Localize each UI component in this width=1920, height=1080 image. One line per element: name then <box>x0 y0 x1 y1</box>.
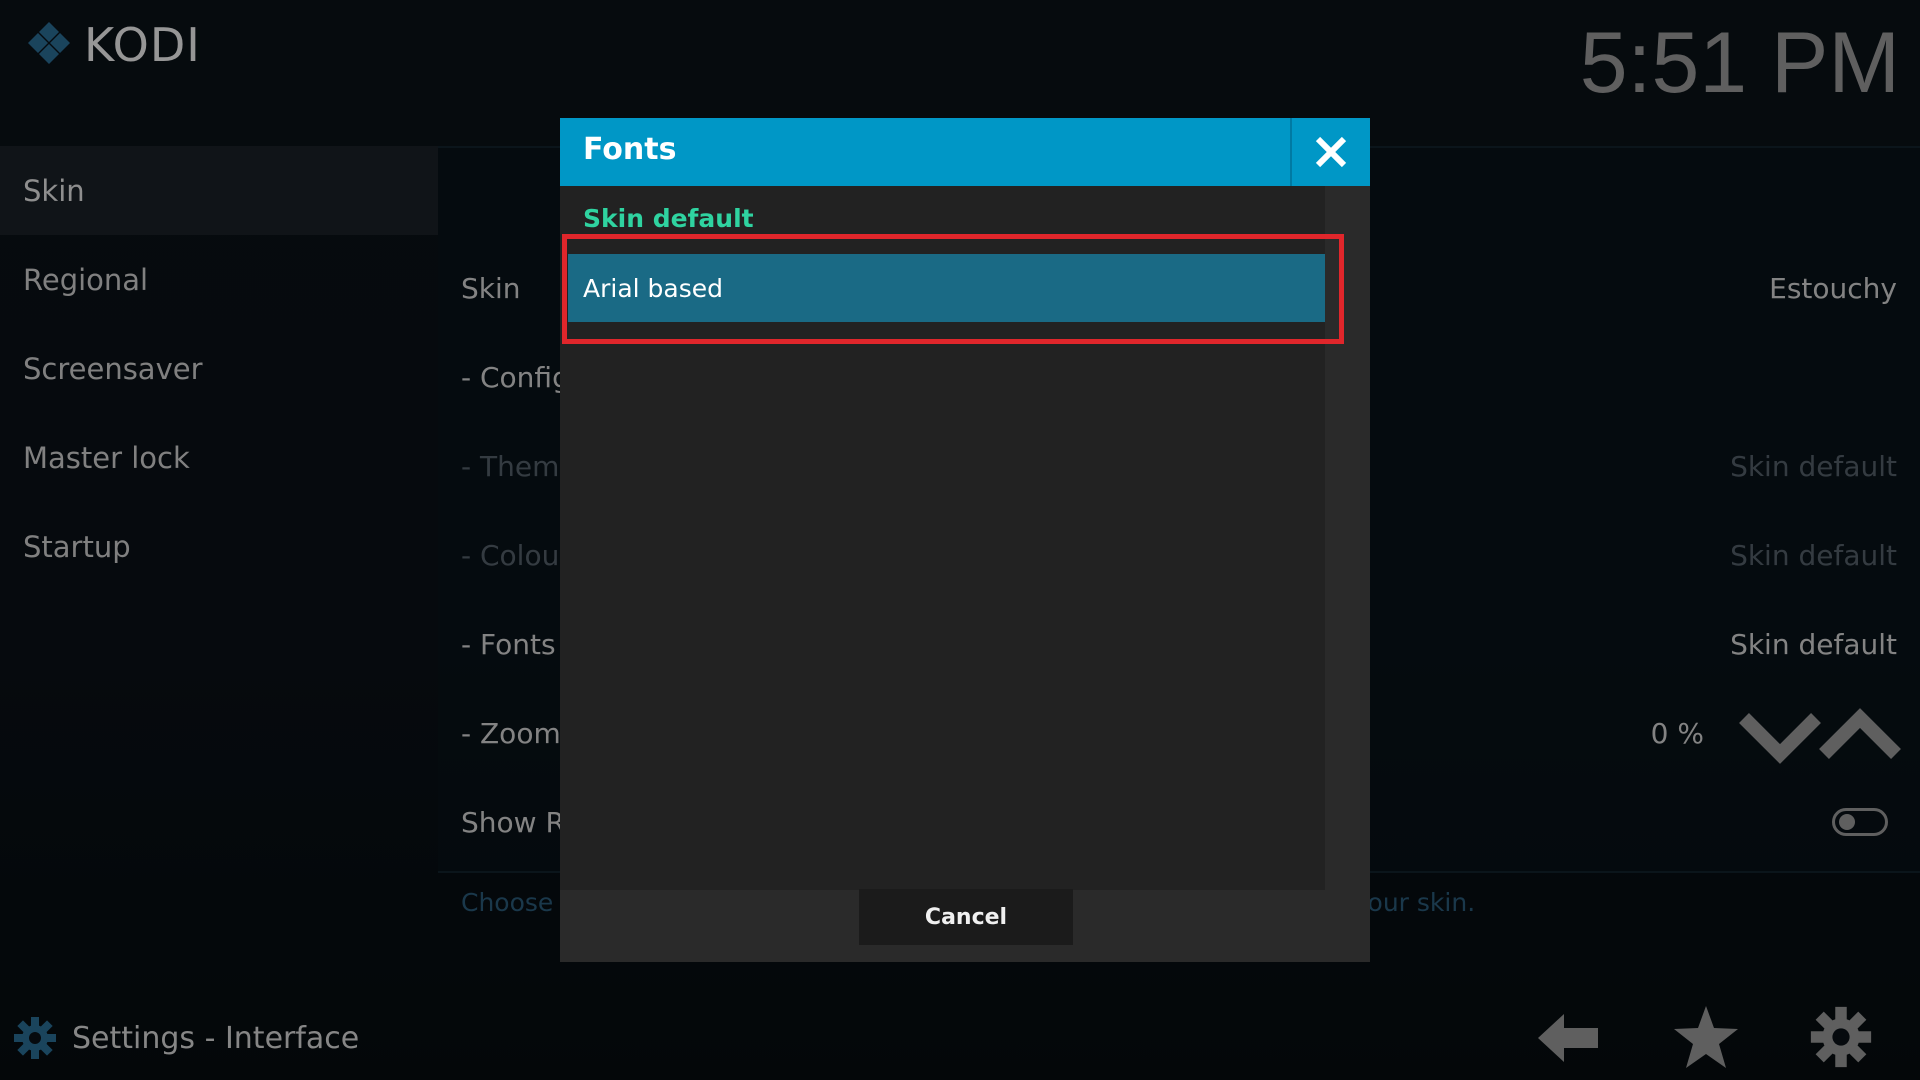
annotation-highlight-box <box>562 234 1344 344</box>
close-icon <box>1315 136 1347 168</box>
cancel-label: Cancel <box>924 904 1008 930</box>
dialog-title: Fonts <box>583 132 677 167</box>
close-button[interactable] <box>1290 118 1370 186</box>
fonts-dialog: Fonts Skin default Arial based Cancel <box>560 118 1370 962</box>
cancel-button[interactable]: Cancel <box>859 889 1073 945</box>
option-skin-default[interactable]: Skin default <box>583 204 754 233</box>
dialog-header: Fonts <box>560 118 1370 186</box>
